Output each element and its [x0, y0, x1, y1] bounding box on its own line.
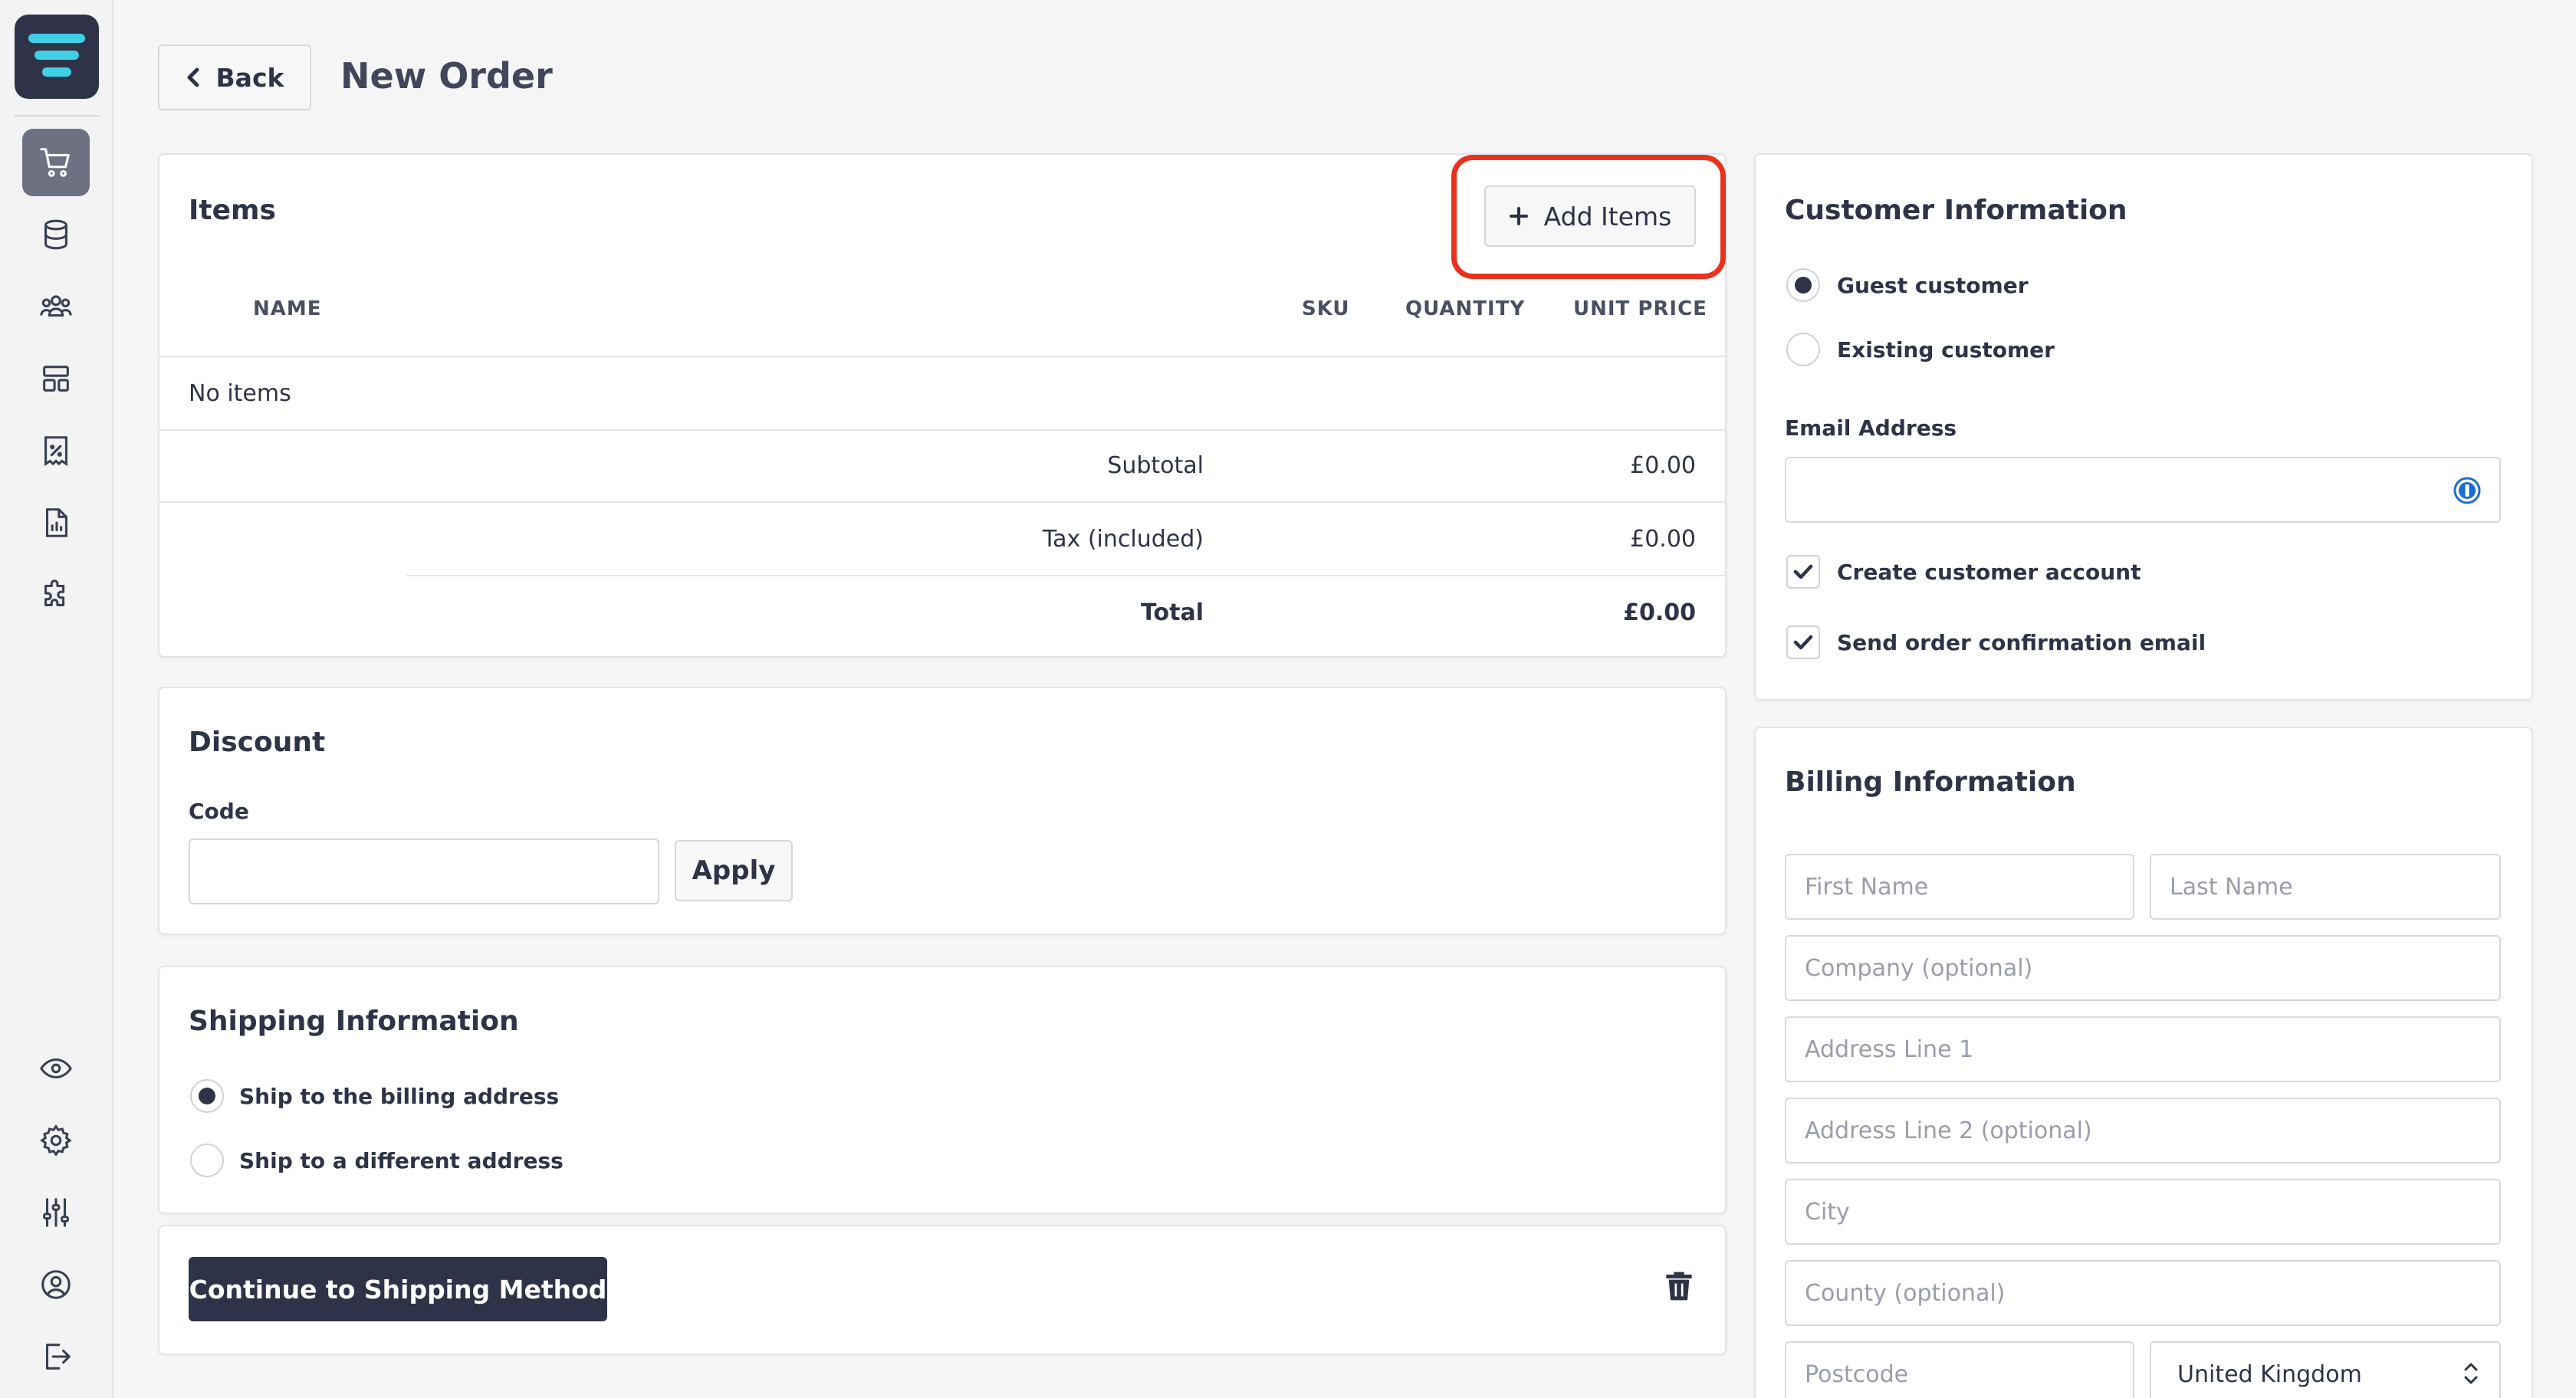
layout-icon [43, 366, 69, 392]
database-icon [44, 219, 67, 250]
trash-icon [1666, 1272, 1692, 1301]
country-select[interactable]: United Kingdom [2150, 1341, 2501, 1398]
total-value: £0.00 [1623, 599, 1696, 626]
items-title: Items [189, 195, 276, 226]
column-header-name: NAME [253, 297, 322, 320]
company-input[interactable]: Company (optional) [1785, 935, 2501, 1001]
send-email-label: Send order confirmation email [1837, 630, 2206, 655]
chevron-up-down-icon [2464, 1363, 2478, 1384]
create-account-label: Create customer account [1837, 560, 2141, 585]
check-icon [1793, 564, 1813, 579]
first-name-input[interactable]: First Name [1785, 854, 2134, 920]
tax-value: £0.00 [1630, 526, 1696, 553]
gear-icon [40, 1124, 72, 1157]
guest-customer-label: Guest customer [1837, 273, 2029, 298]
sidebar-item-customers[interactable] [22, 273, 90, 340]
apply-button[interactable]: Apply [675, 840, 793, 901]
logout-icon [45, 1344, 71, 1370]
sidebar-item-promotions[interactable] [22, 417, 90, 484]
sidebar-item-content[interactable] [22, 345, 90, 412]
sidebar-divider [14, 115, 100, 116]
column-header-quantity: QUANTITY [1405, 297, 1526, 320]
sidebar-item-orders[interactable] [22, 129, 90, 196]
report-icon [45, 508, 67, 537]
sidebar-item-reports[interactable] [22, 489, 90, 556]
existing-customer-label: Existing customer [1837, 337, 2055, 363]
country-value: United Kingdom [2177, 1360, 2362, 1388]
send-email-checkbox[interactable] [1786, 625, 1820, 659]
address-line-1-input[interactable]: Address Line 1 [1785, 1016, 2501, 1082]
sidebar [0, 0, 113, 1398]
logo-icon [28, 34, 85, 77]
create-account-checkbox[interactable] [1786, 555, 1820, 589]
puzzle-icon [44, 579, 65, 606]
empty-items-text: No items [189, 380, 291, 407]
discount-code-input[interactable] [189, 838, 659, 904]
sidebar-item-logout[interactable] [22, 1323, 90, 1390]
ship-billing-radio[interactable] [190, 1079, 224, 1113]
eye-icon [40, 1058, 72, 1079]
guest-customer-radio[interactable] [1786, 268, 1820, 302]
password-manager-icon[interactable] [2453, 477, 2481, 504]
cart-icon [40, 148, 70, 177]
column-header-sku: SKU [1302, 297, 1350, 320]
last-name-input[interactable]: Last Name [2150, 854, 2501, 920]
ship-billing-label: Ship to the billing address [239, 1084, 560, 1109]
sidebar-item-products[interactable] [22, 201, 90, 268]
back-button[interactable]: Back [158, 44, 311, 110]
page-title: New Order [340, 55, 553, 97]
table-divider [159, 429, 1725, 431]
city-input[interactable]: City [1785, 1179, 2501, 1245]
sidebar-item-account[interactable] [22, 1251, 90, 1318]
discount-receipt-icon [44, 436, 67, 467]
column-header-unit-price: UNIT PRICE [1573, 297, 1707, 320]
highlight-annotation [1451, 155, 1726, 279]
tax-label: Tax (included) [1042, 526, 1204, 553]
subtotal-label: Subtotal [1107, 452, 1204, 479]
address-line-2-input[interactable]: Address Line 2 (optional) [1785, 1098, 2501, 1163]
county-input[interactable]: County (optional) [1785, 1260, 2501, 1326]
chevron-left-icon [187, 67, 199, 87]
email-input[interactable] [1785, 457, 2501, 523]
delete-order-button[interactable] [1664, 1269, 1694, 1303]
app-logo[interactable] [15, 15, 99, 99]
total-label: Total [1141, 599, 1204, 626]
total-divider [406, 575, 1725, 576]
billing-title: Billing Information [1785, 766, 2076, 798]
shipping-title: Shipping Information [189, 1006, 519, 1037]
email-label: Email Address [1785, 415, 1957, 441]
subtotal-value: £0.00 [1630, 452, 1696, 479]
user-circle-icon [41, 1270, 71, 1299]
ship-different-radio[interactable] [190, 1144, 224, 1177]
back-label: Back [215, 62, 284, 93]
continue-shipping-button[interactable]: Continue to Shipping Method [189, 1257, 607, 1321]
check-icon [1793, 635, 1813, 650]
sliders-icon [43, 1198, 69, 1227]
discount-title: Discount [189, 727, 326, 758]
sidebar-item-preview[interactable] [22, 1035, 90, 1102]
users-icon [40, 295, 72, 317]
sidebar-item-settings[interactable] [22, 1107, 90, 1174]
sidebar-item-extensions[interactable] [22, 561, 90, 628]
code-label: Code [189, 799, 249, 824]
customer-title: Customer Information [1785, 195, 2128, 226]
table-divider [159, 356, 1725, 357]
sidebar-item-configuration[interactable] [22, 1179, 90, 1246]
table-divider [159, 501, 1725, 503]
ship-different-label: Ship to a different address [239, 1148, 564, 1173]
postcode-input[interactable]: Postcode [1785, 1341, 2134, 1398]
existing-customer-radio[interactable] [1786, 333, 1820, 366]
